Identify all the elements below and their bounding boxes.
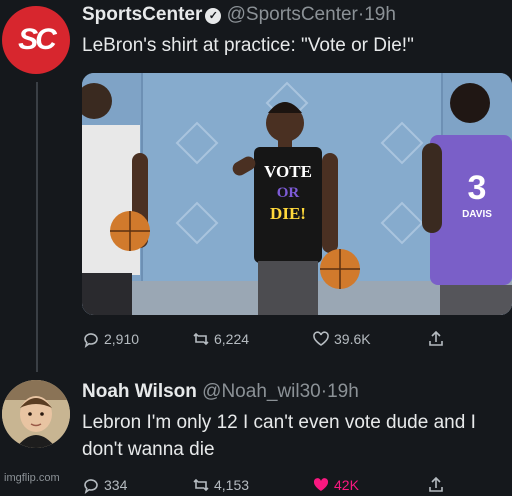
share-button[interactable] [427, 330, 445, 348]
reply-icon [84, 479, 98, 494]
retweet-button[interactable]: 6,224 [192, 330, 249, 348]
reply-timestamp[interactable]: 19h [327, 381, 359, 402]
share-icon [429, 476, 443, 492]
reply-button[interactable]: 2,910 [82, 330, 139, 348]
shirt-line-2: OR [277, 185, 300, 201]
tweet-header: SportsCenter ✓ @SportsCenter·19h [82, 4, 396, 26]
reply-retweet-count: 4,153 [214, 477, 250, 493]
user-photo-illustration [2, 380, 70, 448]
retweet-icon [193, 332, 209, 346]
thread-connector-line [36, 82, 38, 372]
verified-badge-icon: ✓ [205, 8, 222, 24]
retweet-icon [193, 478, 209, 492]
author-handle[interactable]: @SportsCenter [227, 4, 358, 25]
reply-author-handle[interactable]: @Noah_wil30 [202, 381, 321, 402]
share-icon [429, 330, 443, 346]
reply-reply-count: 334 [104, 477, 128, 493]
heart-filled-icon [313, 478, 329, 491]
reply-reply-button[interactable]: 334 [82, 476, 127, 494]
reply-action-bar: 334 4,153 42K [82, 476, 512, 496]
tweet-action-bar: 2,910 6,224 39.6K [82, 330, 512, 350]
tweet-timestamp[interactable]: 19h [364, 4, 396, 25]
reply-count: 2,910 [104, 331, 140, 347]
sportscenter-logo-text: SC [18, 23, 57, 56]
practice-photo-illustration: VOTE OR DIE! 3 DAVIS [82, 73, 512, 315]
noah-wilson-avatar[interactable] [2, 380, 70, 448]
reply-header: Noah Wilson @Noah_wil30·19h [82, 381, 359, 403]
shirt-line-3: DIE! [270, 204, 306, 223]
like-button[interactable]: 39.6K [312, 330, 371, 348]
tweet-photo[interactable]: VOTE OR DIE! 3 DAVIS [82, 73, 512, 315]
jersey-number: 3 [468, 169, 487, 207]
imgflip-watermark: imgflip.com [4, 472, 60, 484]
retweet-count: 6,224 [214, 331, 250, 347]
like-count: 39.6K [334, 331, 371, 347]
shirt-line-1: VOTE [264, 162, 312, 181]
tweet-text: LeBron's shirt at practice: "Vote or Die… [82, 35, 414, 56]
reply-retweet-button[interactable]: 4,153 [192, 476, 249, 494]
reply-like-count: 42K [334, 477, 359, 493]
reply-text: Lebron I'm only 12 I can't even vote dud… [82, 412, 476, 460]
reply-share-button[interactable] [427, 476, 445, 494]
jersey-name: DAVIS [462, 209, 492, 220]
reply-like-button[interactable]: 42K [312, 476, 359, 494]
sportscenter-avatar[interactable]: SC [2, 6, 70, 74]
heart-icon [313, 331, 329, 346]
reply-author-name[interactable]: Noah Wilson [82, 381, 197, 402]
reply-icon [84, 333, 98, 348]
author-name[interactable]: SportsCenter [82, 4, 202, 25]
